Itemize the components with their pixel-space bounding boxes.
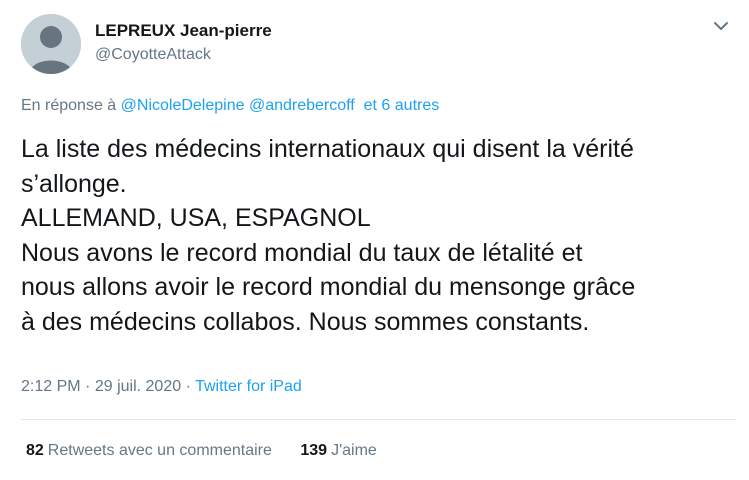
tweet-line: La liste des médecins internationaux qui… <box>21 135 634 163</box>
tweet-line: ALLEMAND, USA, ESPAGNOL <box>21 204 371 232</box>
default-avatar-icon <box>21 14 81 74</box>
reply-context: En réponse à @NicoleDelepine @andreberco… <box>21 95 439 117</box>
tweet-meta: 2:12 PM · 29 juil. 2020 · Twitter for iP… <box>21 376 302 398</box>
divider <box>21 419 736 420</box>
author-handle[interactable]: @CoyotteAttack <box>95 44 272 66</box>
tweet-stats: 82 Retweets avec un commentaire 139 J'aime <box>26 440 377 462</box>
author-display-name[interactable]: LEPREUX Jean-pierre <box>95 20 272 42</box>
tweet-line: à des médecins collabos. Nous sommes con… <box>21 307 590 336</box>
others-link[interactable]: et 6 autres <box>364 97 440 114</box>
tweet-line: nous allons avoir le record mondial du m… <box>21 273 636 301</box>
likes-label: J'aime <box>331 442 377 459</box>
likes-stat[interactable]: 139 J'aime <box>300 440 376 462</box>
tweet-card: LEPREUX Jean-pierre @CoyotteAttack En ré… <box>0 0 749 480</box>
retweets-label: Retweets avec un commentaire <box>47 442 272 459</box>
likes-count: 139 <box>300 442 328 459</box>
mention-link[interactable]: @andrebercoff <box>249 97 355 114</box>
tweet-text: La liste des médecins internationaux qui… <box>21 132 736 339</box>
meta-separator: · <box>185 378 191 395</box>
meta-separator: · <box>85 378 91 395</box>
tweet-line: s’allonge. <box>21 169 127 198</box>
avatar[interactable] <box>21 14 81 74</box>
retweets-count: 82 <box>26 442 44 459</box>
author-block: LEPREUX Jean-pierre @CoyotteAttack <box>95 20 272 66</box>
tweet-date[interactable]: 29 juil. 2020 <box>95 378 181 395</box>
tweet-menu-button[interactable] <box>710 15 732 37</box>
tweet-time[interactable]: 2:12 PM <box>21 378 81 395</box>
tweet-source-link[interactable]: Twitter for iPad <box>195 378 302 395</box>
chevron-down-icon <box>714 22 728 30</box>
retweets-stat[interactable]: 82 Retweets avec un commentaire <box>26 440 272 462</box>
tweet-line: Nous avons le record mondial du taux de … <box>21 238 583 267</box>
mention-link[interactable]: @NicoleDelepine <box>121 97 245 114</box>
reply-prefix: En réponse à <box>21 97 117 114</box>
